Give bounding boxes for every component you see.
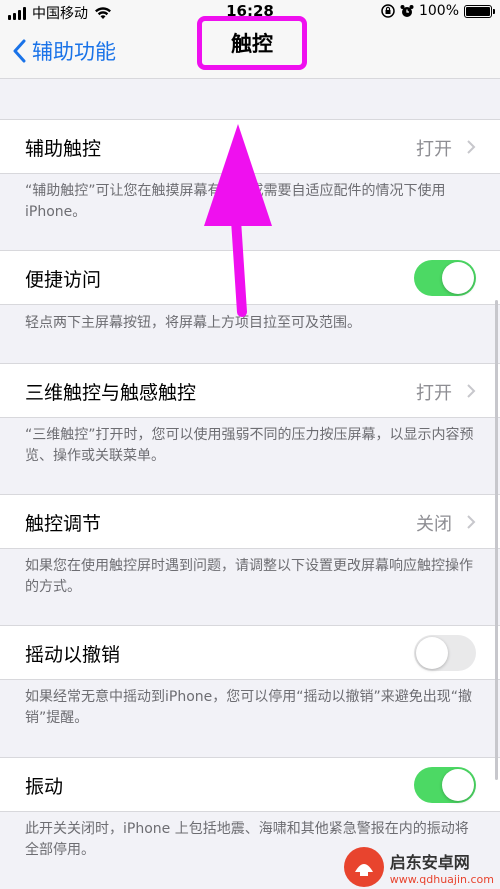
setting-label: 便捷访问 (25, 269, 102, 291)
watermark-url: www.qdhuajin.com (389, 872, 494, 886)
setting-label: 触控调节 (25, 513, 102, 535)
orientation-lock-icon (381, 4, 395, 18)
setting-value: 打开 (416, 139, 452, 160)
navigation-bar: 辅助功能 触控 (0, 16, 500, 79)
annotation-highlight-box: 触控 (197, 16, 307, 70)
status-right: 100% (381, 3, 495, 19)
battery-icon (464, 4, 495, 18)
shake-to-undo-toggle[interactable] (414, 635, 476, 671)
setting-note: 如果经常无意中摇动到iPhone，您可以停用“摇动以撤销”来避免出现“撤销”提醒… (25, 689, 473, 726)
watermark-text: 启东安卓网 www.qdhuajin.com (390, 849, 494, 886)
setting-note: “三维触控”打开时，您可以使用强弱不同的压力按压屏幕，以显示内容预览、操作或关联… (25, 427, 474, 464)
page-title: 触控 (231, 32, 273, 56)
back-button[interactable]: 辅助功能 (12, 36, 116, 66)
setting-label: 三维触控与触感触控 (25, 382, 197, 404)
setting-value: 关闭 (416, 514, 452, 535)
chevron-right-icon (467, 384, 476, 398)
alarm-icon (400, 5, 414, 17)
back-label: 辅助功能 (32, 40, 116, 64)
watermark: 启东安卓网 www.qdhuajin.com (343, 847, 494, 887)
scrollbar[interactable] (495, 300, 498, 780)
setting-label: 辅助触控 (25, 138, 102, 160)
vibration-toggle[interactable] (414, 767, 476, 803)
watermark-logo-icon (343, 847, 384, 887)
chevron-right-icon (467, 515, 476, 529)
setting-label: 振动 (25, 776, 64, 798)
setting-value: 打开 (416, 383, 452, 404)
setting-row-shake-to-undo[interactable]: 摇动以撤销 (0, 625, 500, 680)
reachability-toggle[interactable] (414, 260, 476, 296)
chevron-right-icon (467, 140, 476, 154)
chevron-left-icon (13, 39, 26, 63)
toggle-knob (416, 637, 448, 669)
setting-row-vibration[interactable]: 振动 (0, 757, 500, 812)
battery-percent: 100% (418, 3, 459, 19)
setting-row-touch-accommodations[interactable]: 触控调节 关闭 (0, 494, 500, 549)
annotation-arrow-icon (204, 124, 272, 317)
setting-row-3d-touch[interactable]: 三维触控与触感触控 打开 (0, 363, 500, 418)
setting-note: 如果您在使用触控屏时遇到问题，请调整以下设置更改屏幕响应触控操作的方式。 (25, 558, 473, 595)
battery-fill (466, 6, 490, 16)
setting-label: 摇动以撤销 (25, 644, 121, 666)
toggle-knob (442, 769, 474, 801)
toggle-knob (442, 262, 474, 294)
watermark-name: 启东安卓网 (389, 852, 470, 872)
